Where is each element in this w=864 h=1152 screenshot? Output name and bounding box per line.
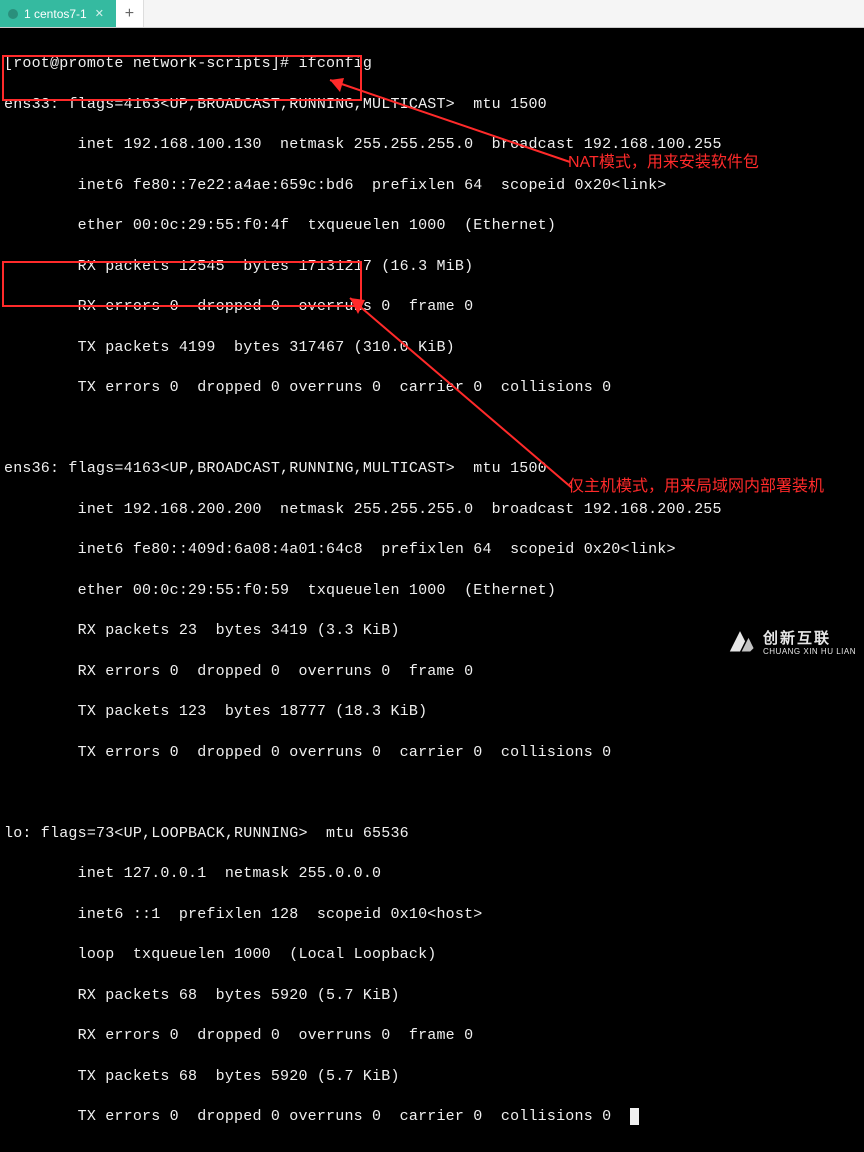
output-line — [4, 783, 860, 803]
output-line: RX packets 12545 bytes 17131217 (16.3 Mi… — [4, 257, 860, 277]
terminal-cursor — [630, 1108, 639, 1125]
output-line: TX errors 0 dropped 0 overruns 0 carrier… — [4, 1107, 860, 1127]
output-line: RX errors 0 dropped 0 overruns 0 frame 0 — [4, 662, 860, 682]
output-line: RX packets 23 bytes 3419 (3.3 KiB) — [4, 621, 860, 641]
output-line: TX errors 0 dropped 0 overruns 0 carrier… — [4, 743, 860, 763]
annotation-text-hostonly: 仅主机模式，用来局域网内部署装机 — [568, 476, 848, 498]
output-line: ens33: flags=4163<UP,BROADCAST,RUNNING,M… — [4, 95, 860, 115]
terminal-tab-active[interactable]: 1 centos7-1 ✕ — [0, 0, 116, 27]
tab-status-dot — [8, 9, 18, 19]
output-line — [4, 419, 860, 439]
output-line: lo: flags=73<UP,LOOPBACK,RUNNING> mtu 65… — [4, 824, 860, 844]
output-line: TX errors 0 dropped 0 overruns 0 carrier… — [4, 378, 860, 398]
output-line: RX packets 68 bytes 5920 (5.7 KiB) — [4, 986, 860, 1006]
tab-bar: 1 centos7-1 ✕ + — [0, 0, 864, 28]
output-line: loop txqueuelen 1000 (Local Loopback) — [4, 945, 860, 965]
close-icon[interactable]: ✕ — [95, 7, 104, 20]
output-line: inet6 fe80::7e22:a4ae:659c:bd6 prefixlen… — [4, 176, 860, 196]
annotation-text-nat: NAT模式，用来安装软件包 — [568, 152, 858, 174]
output-line: inet 127.0.0.1 netmask 255.0.0.0 — [4, 864, 860, 884]
output-text: TX errors 0 dropped 0 overruns 0 carrier… — [4, 1108, 611, 1125]
output-line: RX errors 0 dropped 0 overruns 0 frame 0 — [4, 297, 860, 317]
output-line: TX packets 68 bytes 5920 (5.7 KiB) — [4, 1067, 860, 1087]
output-line: ether 00:0c:29:55:f0:59 txqueuelen 1000 … — [4, 581, 860, 601]
output-line: TX packets 4199 bytes 317467 (310.0 KiB) — [4, 338, 860, 358]
output-line: inet6 fe80::409d:6a08:4a01:64c8 prefixle… — [4, 540, 860, 560]
output-line: inet6 ::1 prefixlen 128 scopeid 0x10<hos… — [4, 905, 860, 925]
output-line: RX errors 0 dropped 0 overruns 0 frame 0 — [4, 1026, 860, 1046]
tab-label: 1 centos7-1 — [24, 7, 87, 21]
output-line: TX packets 123 bytes 18777 (18.3 KiB) — [4, 702, 860, 722]
output-line: inet 192.168.200.200 netmask 255.255.255… — [4, 500, 860, 520]
output-line: ether 00:0c:29:55:f0:4f txqueuelen 1000 … — [4, 216, 860, 236]
prompt-line: [root@promote network-scripts]# ifconfig — [4, 54, 860, 74]
new-tab-button[interactable]: + — [116, 0, 144, 27]
shell-prompt: [root@promote network-scripts]# — [4, 55, 298, 72]
terminal-output[interactable]: [root@promote network-scripts]# ifconfig… — [0, 28, 864, 1152]
command-typed: ifconfig — [298, 55, 372, 72]
plus-icon: + — [125, 5, 134, 23]
